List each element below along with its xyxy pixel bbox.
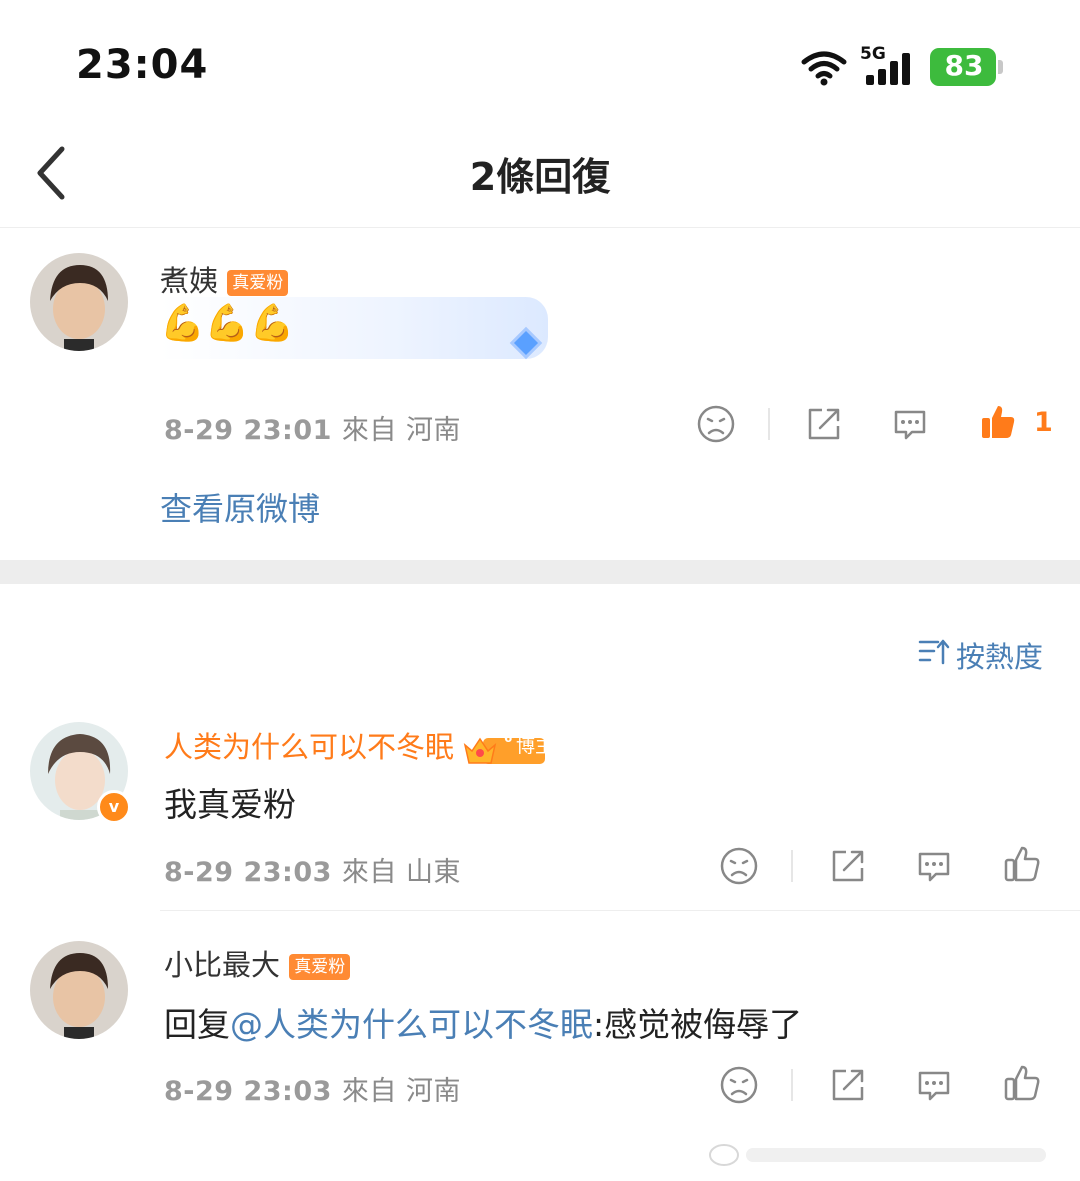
action-separator <box>768 408 770 440</box>
page-title: 2條回復 <box>469 155 611 199</box>
thumbs-up-icon <box>1004 846 1040 882</box>
sad-face-icon <box>720 847 758 885</box>
author-name[interactable]: 小比最大 <box>164 948 280 982</box>
comment-meta: 8-29 23:01 來自 河南 <box>164 408 461 447</box>
reply-location: 來自 河南 <box>341 1076 462 1107</box>
like-button[interactable]: 1 <box>978 402 1053 442</box>
reply-text: 我真爱粉 <box>164 785 296 824</box>
back-button[interactable] <box>30 145 74 205</box>
reply-date: 8-29 23:03 <box>164 1076 332 1107</box>
sort-toggle[interactable]: 按熱度 <box>918 634 1043 676</box>
avatar[interactable] <box>30 941 128 1039</box>
reply-date: 8-29 23:03 <box>164 857 332 888</box>
share-icon <box>832 1069 864 1101</box>
action-separator <box>791 1069 793 1101</box>
author-name[interactable]: 人类为什么可以不冬眠 <box>164 730 454 764</box>
verified-badge: v <box>97 790 131 824</box>
mention-link[interactable]: @人类为什么可以不冬眠 <box>230 1005 593 1044</box>
thumbs-up-icon <box>1004 1065 1040 1101</box>
dislike-button[interactable] <box>719 846 759 886</box>
battery-cap <box>998 60 1003 74</box>
comment-date: 8-29 23:01 <box>164 415 332 446</box>
battery-level: 83 <box>944 49 984 82</box>
dislike-button[interactable] <box>719 1065 759 1105</box>
share-icon <box>832 850 864 882</box>
sort-label: 按熱度 <box>956 640 1044 674</box>
reply-button[interactable] <box>914 846 954 886</box>
sad-face-icon <box>720 1066 758 1104</box>
author-name[interactable]: 煮姨 <box>160 264 218 298</box>
thumbs-up-filled-icon <box>982 406 1015 438</box>
status-time: 23:04 <box>76 42 209 88</box>
reply-suffix: :感觉被侮辱了 <box>593 1005 803 1044</box>
comment-author[interactable]: 煮姨 真爱粉 <box>160 258 289 300</box>
reply-text: 回复@人类为什么可以不冬眠:感觉被侮辱了 <box>164 998 802 1046</box>
watermark <box>706 1140 1066 1170</box>
share-button[interactable] <box>804 404 844 444</box>
wifi-icon <box>800 50 848 90</box>
share-icon <box>808 408 840 440</box>
reply-button[interactable] <box>914 1065 954 1105</box>
sad-face-icon <box>697 405 735 443</box>
share-button[interactable] <box>828 1065 868 1105</box>
reply-meta: 8-29 23:03 來自 河南 <box>164 1069 461 1108</box>
comment-icon <box>918 1071 950 1101</box>
fan-badge: 真爱粉 <box>227 270 289 296</box>
view-original-link[interactable]: 查看原微博 <box>160 484 320 530</box>
reply-author[interactable]: 人类为什么可以不冬眠 <box>164 724 547 767</box>
action-separator <box>791 850 793 882</box>
fan-badge: 真爱粉 <box>289 954 351 980</box>
like-button[interactable] <box>1002 1063 1042 1103</box>
section-separator <box>0 560 1080 584</box>
comment-emoji: 💪💪💪 <box>160 303 295 344</box>
reply-meta: 8-29 23:03 來自 山東 <box>164 850 461 889</box>
reply-location: 來自 山東 <box>341 857 462 888</box>
share-button[interactable] <box>828 846 868 886</box>
signal-icon <box>860 47 918 91</box>
dislike-button[interactable] <box>696 404 736 444</box>
blogger-level: 6 <box>504 731 513 745</box>
reply-button[interactable] <box>890 404 930 444</box>
reply-divider <box>160 910 1080 911</box>
sort-icon <box>918 639 950 665</box>
comment-icon <box>894 410 926 440</box>
comment-icon <box>918 852 950 882</box>
like-button[interactable] <box>1002 844 1042 884</box>
avatar[interactable] <box>30 253 128 351</box>
blogger-label: 博主 <box>516 735 555 757</box>
like-count: 1 <box>1034 406 1053 438</box>
diamond-icon <box>509 326 543 360</box>
header-divider <box>0 227 1080 228</box>
chevron-left-icon <box>37 146 65 200</box>
comment-location: 來自 河南 <box>341 415 462 446</box>
reply-author[interactable]: 小比最大 真爱粉 <box>164 942 351 984</box>
reply-prefix: 回复 <box>164 1005 230 1044</box>
